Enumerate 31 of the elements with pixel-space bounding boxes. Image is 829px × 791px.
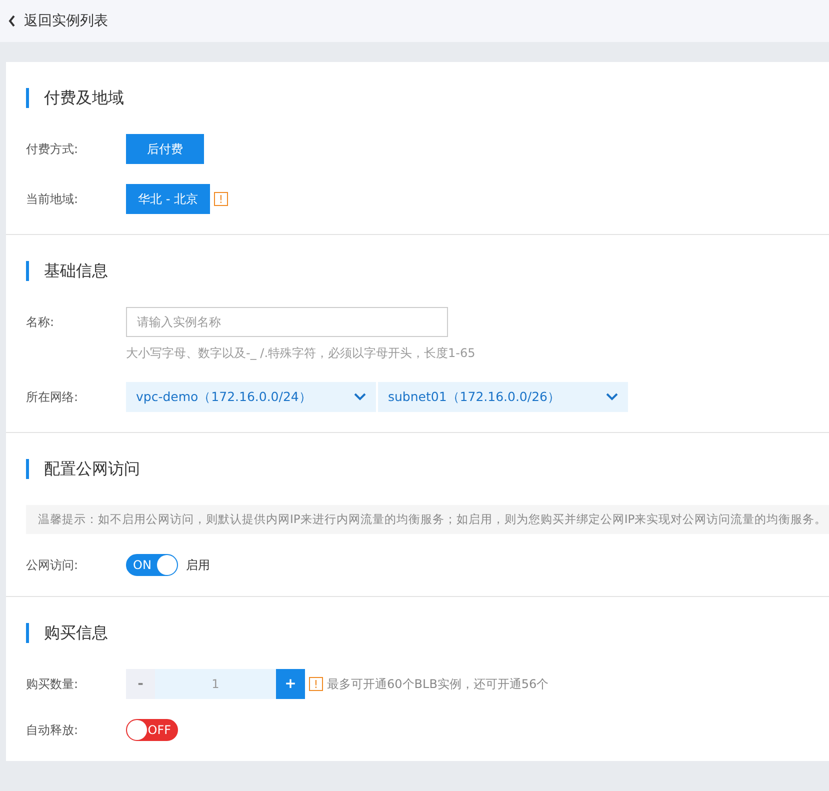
option-button[interactable]: 后付费: [126, 134, 204, 164]
quota-note: 最多可开通60个BLB实例，还可开通56个: [327, 676, 549, 692]
section-title: 付费及地域: [26, 88, 809, 108]
back-link[interactable]: 返回实例列表: [8, 12, 108, 30]
quantity-input[interactable]: 1: [155, 669, 276, 699]
option-button[interactable]: 华北 - 北京: [126, 184, 210, 214]
field-label: 购买数量:: [26, 676, 80, 692]
notice-text: 温馨提示：如不启用公网访问，则默认提供内网IP来进行内网流量的均衡服务；如启用，则为您购买并绑定公网IP来实现对公网访问流量的均衡服务。: [26, 505, 829, 534]
field-label: 付费方式:: [26, 140, 80, 158]
section-title: 购买信息: [26, 623, 809, 643]
field-label: 所在网络:: [26, 388, 80, 406]
field-label: 名称:: [26, 314, 56, 330]
chevron-down-icon: [354, 393, 366, 401]
field-label: 当前地域:: [26, 190, 80, 208]
increment-button[interactable]: +: [276, 669, 305, 699]
decrement-button[interactable]: -: [126, 669, 155, 699]
field-label: 自动释放:: [26, 722, 80, 738]
toggle-switch[interactable]: ON: [126, 554, 178, 576]
switch-state-label: 启用: [186, 556, 210, 574]
hint-text: 大小写字母、数字以及-_ /.特殊字符，必须以字母开头，长度1-65: [126, 345, 476, 362]
name-input[interactable]: 请输入实例名称: [126, 307, 448, 337]
network-select[interactable]: vpc-demo（172.16.0.0/24）: [126, 382, 376, 412]
network-select[interactable]: subnet01（172.16.0.0/26）: [378, 382, 628, 412]
chevron-left-icon: [8, 15, 16, 27]
section-title: 基础信息: [26, 261, 809, 281]
warning-icon: !: [214, 192, 228, 206]
section-title: 配置公网访问: [26, 459, 809, 479]
field-label: 公网访问:: [26, 556, 80, 574]
toggle-switch[interactable]: OFF: [126, 719, 178, 741]
chevron-down-icon: [606, 393, 618, 401]
warning-icon: !: [309, 677, 323, 691]
